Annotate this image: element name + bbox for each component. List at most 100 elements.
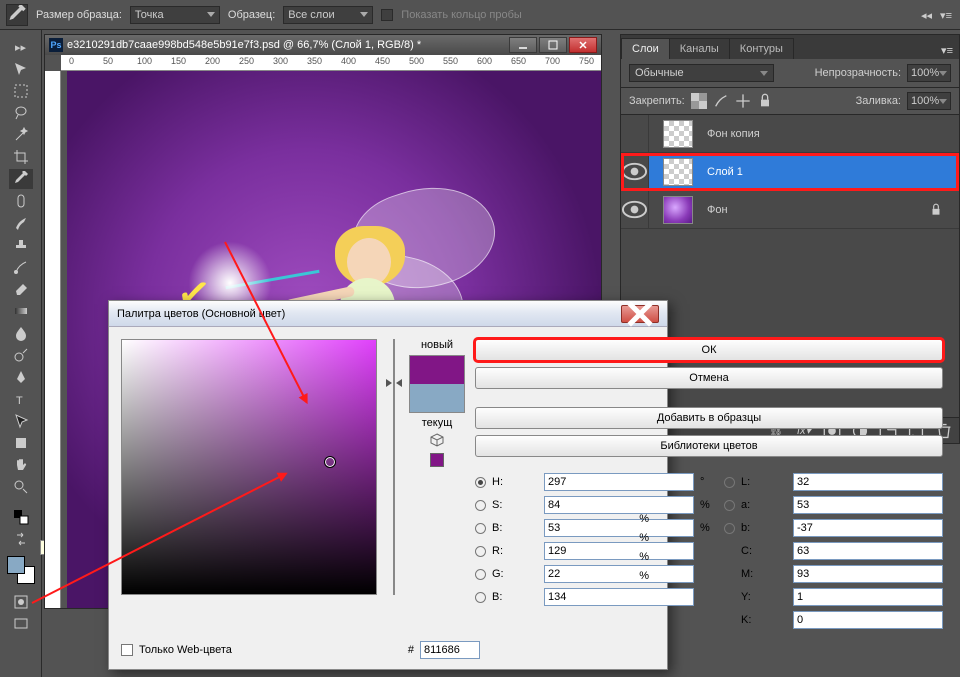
- gamut-warning-icon[interactable]: [430, 433, 444, 447]
- svg-text:T: T: [16, 395, 23, 407]
- input-a[interactable]: [793, 496, 943, 514]
- radio-r[interactable]: [475, 546, 486, 557]
- fill-input[interactable]: 100%: [907, 92, 951, 110]
- layer-row[interactable]: Фон копия: [621, 115, 959, 153]
- lock-position-icon[interactable]: [735, 93, 751, 109]
- default-colors-icon[interactable]: [9, 507, 33, 527]
- layer-row[interactable]: Слой 1: [621, 153, 959, 191]
- stamp-tool-icon[interactable]: [9, 235, 33, 255]
- maximize-button[interactable]: [539, 37, 567, 53]
- eyedropper-tool-icon[interactable]: [6, 4, 28, 26]
- ok-button[interactable]: ОК: [475, 339, 943, 361]
- input-h[interactable]: [544, 473, 694, 491]
- sample-select[interactable]: Все слои: [283, 6, 373, 24]
- panel-menu-icon[interactable]: ▾≡: [935, 42, 959, 59]
- websafe-swatch[interactable]: [430, 453, 444, 467]
- input-y[interactable]: [793, 588, 943, 606]
- new-color-swatch[interactable]: [410, 356, 464, 384]
- quickmask-icon[interactable]: [9, 592, 33, 612]
- input-l[interactable]: [793, 473, 943, 491]
- input-s[interactable]: [544, 496, 694, 514]
- sample-size-select[interactable]: Точка: [130, 6, 220, 24]
- layer-thumbnail[interactable]: [663, 120, 693, 148]
- radio-bv[interactable]: [475, 523, 486, 534]
- radio-a[interactable]: [724, 500, 735, 511]
- sv-marker[interactable]: [325, 457, 335, 467]
- collapse-left-icon[interactable]: ◂◂: [917, 7, 936, 24]
- color-libraries-button[interactable]: Библиотеки цветов: [475, 435, 943, 457]
- input-bch[interactable]: [544, 588, 694, 606]
- gradient-tool-icon[interactable]: [9, 301, 33, 321]
- input-c[interactable]: [793, 542, 943, 560]
- ruler-tick: 750: [579, 56, 594, 66]
- show-ring-checkbox[interactable]: [381, 9, 393, 21]
- healing-brush-tool-icon[interactable]: [9, 191, 33, 211]
- opacity-input[interactable]: 100%: [907, 64, 951, 82]
- brush-tool-icon[interactable]: [9, 213, 33, 233]
- close-button[interactable]: [569, 37, 597, 53]
- input-b[interactable]: [793, 519, 943, 537]
- document-titlebar[interactable]: Ps e3210291db7caae998bd548e5b91e7f3.psd …: [45, 35, 601, 55]
- visibility-toggle[interactable]: [621, 115, 649, 152]
- minimize-button[interactable]: [509, 37, 537, 53]
- lock-transparency-icon[interactable]: [691, 93, 707, 109]
- input-k[interactable]: [793, 611, 943, 629]
- current-color-swatch[interactable]: [410, 384, 464, 412]
- screenmode-icon[interactable]: [9, 614, 33, 634]
- radio-bch[interactable]: [475, 592, 486, 603]
- radio-l[interactable]: [724, 477, 735, 488]
- hue-slider[interactable]: [393, 339, 395, 595]
- shape-tool-icon[interactable]: [9, 433, 33, 453]
- visibility-toggle[interactable]: [621, 191, 649, 228]
- lock-all-icon[interactable]: [757, 93, 773, 109]
- tab-layers[interactable]: Слои: [621, 38, 670, 59]
- radio-s[interactable]: [475, 500, 486, 511]
- dodge-tool-icon[interactable]: [9, 345, 33, 365]
- marquee-tool-icon[interactable]: [9, 81, 33, 101]
- pen-tool-icon[interactable]: [9, 367, 33, 387]
- dialog-close-button[interactable]: [621, 305, 659, 323]
- input-bv[interactable]: [544, 519, 694, 537]
- input-m[interactable]: [793, 565, 943, 583]
- eyedropper-tool-icon[interactable]: [9, 169, 33, 189]
- color-fields: H:° L: S:% a: B:% b: R: C: G: M: B: Y: K…: [475, 473, 943, 629]
- ruler-tick: 200: [205, 56, 220, 66]
- radio-h[interactable]: [475, 477, 486, 488]
- hex-input[interactable]: [420, 641, 480, 659]
- move-tool-icon[interactable]: [9, 59, 33, 79]
- cancel-button[interactable]: Отмена: [475, 367, 943, 389]
- layer-row[interactable]: Фон: [621, 191, 959, 229]
- blur-tool-icon[interactable]: [9, 323, 33, 343]
- swap-colors-icon[interactable]: [9, 529, 33, 549]
- layer-thumbnail[interactable]: [663, 158, 693, 186]
- input-r[interactable]: [544, 542, 694, 560]
- path-select-tool-icon[interactable]: [9, 411, 33, 431]
- crop-tool-icon[interactable]: [9, 147, 33, 167]
- saturation-value-field[interactable]: [121, 339, 377, 595]
- history-brush-tool-icon[interactable]: [9, 257, 33, 277]
- hand-tool-icon[interactable]: [9, 455, 33, 475]
- fg-color-swatch[interactable]: [7, 556, 25, 574]
- ruler-tick: 0: [69, 56, 74, 66]
- color-swatches[interactable]: [7, 556, 35, 584]
- add-to-swatches-button[interactable]: Добавить в образцы: [475, 407, 943, 429]
- collapse-toolbox-icon[interactable]: ▸▸: [9, 37, 33, 57]
- radio-g[interactable]: [475, 569, 486, 580]
- layer-thumbnail[interactable]: [663, 196, 693, 224]
- new-color-label: новый: [421, 339, 453, 351]
- tab-paths[interactable]: Контуры: [729, 38, 794, 59]
- web-only-checkbox[interactable]: [121, 644, 133, 656]
- input-g[interactable]: [544, 565, 694, 583]
- type-tool-icon[interactable]: T: [9, 389, 33, 409]
- eraser-tool-icon[interactable]: [9, 279, 33, 299]
- lock-pixels-icon[interactable]: [713, 93, 729, 109]
- visibility-toggle[interactable]: [621, 153, 649, 190]
- lasso-tool-icon[interactable]: [9, 103, 33, 123]
- tab-channels[interactable]: Каналы: [669, 38, 730, 59]
- dialog-titlebar[interactable]: Палитра цветов (Основной цвет): [109, 301, 667, 327]
- magic-wand-tool-icon[interactable]: [9, 125, 33, 145]
- radio-b[interactable]: [724, 523, 735, 534]
- panel-menu-icon[interactable]: ▾≡: [936, 7, 956, 24]
- zoom-tool-icon[interactable]: [9, 477, 33, 497]
- blend-mode-select[interactable]: Обычные: [629, 64, 774, 82]
